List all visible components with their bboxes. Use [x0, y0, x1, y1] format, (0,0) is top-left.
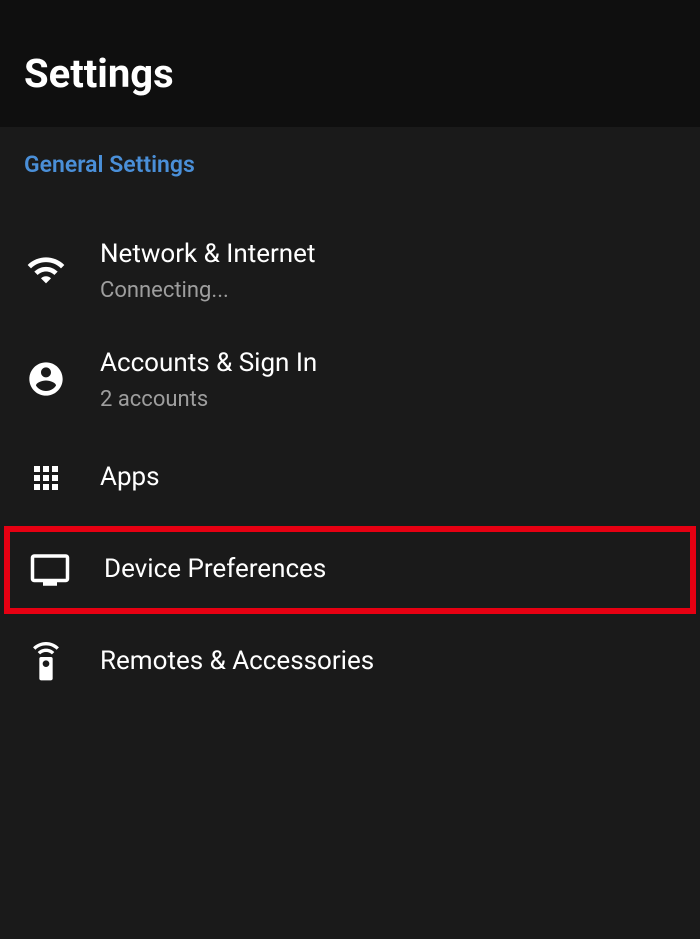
page-title: Settings	[24, 50, 676, 97]
item-text: Network & Internet Connecting...	[100, 238, 315, 303]
item-title: Apps	[100, 461, 160, 495]
item-subtitle: 2 accounts	[100, 387, 317, 412]
settings-item-device-preferences[interactable]: Device Preferences	[4, 526, 696, 614]
wifi-icon	[24, 248, 68, 292]
settings-content: General Settings Network & Internet Conn…	[0, 127, 700, 706]
item-title: Device Preferences	[104, 553, 326, 587]
header: Settings	[0, 0, 700, 127]
tv-icon	[28, 548, 72, 592]
item-text: Accounts & Sign In 2 accounts	[100, 347, 317, 412]
remote-icon	[24, 640, 68, 684]
section-header: General Settings	[0, 127, 700, 196]
apps-icon	[24, 456, 68, 500]
item-title: Remotes & Accessories	[100, 645, 374, 679]
item-title: Accounts & Sign In	[100, 347, 317, 381]
item-text: Apps	[100, 461, 160, 495]
settings-item-network[interactable]: Network & Internet Connecting...	[0, 216, 700, 325]
account-icon	[24, 357, 68, 401]
item-title: Network & Internet	[100, 238, 315, 272]
item-subtitle: Connecting...	[100, 278, 315, 303]
item-text: Device Preferences	[104, 553, 326, 587]
settings-item-remotes[interactable]: Remotes & Accessories	[0, 618, 700, 706]
settings-item-apps[interactable]: Apps	[0, 434, 700, 522]
settings-list: Network & Internet Connecting... Account…	[0, 196, 700, 706]
item-text: Remotes & Accessories	[100, 645, 374, 679]
settings-item-accounts[interactable]: Accounts & Sign In 2 accounts	[0, 325, 700, 434]
